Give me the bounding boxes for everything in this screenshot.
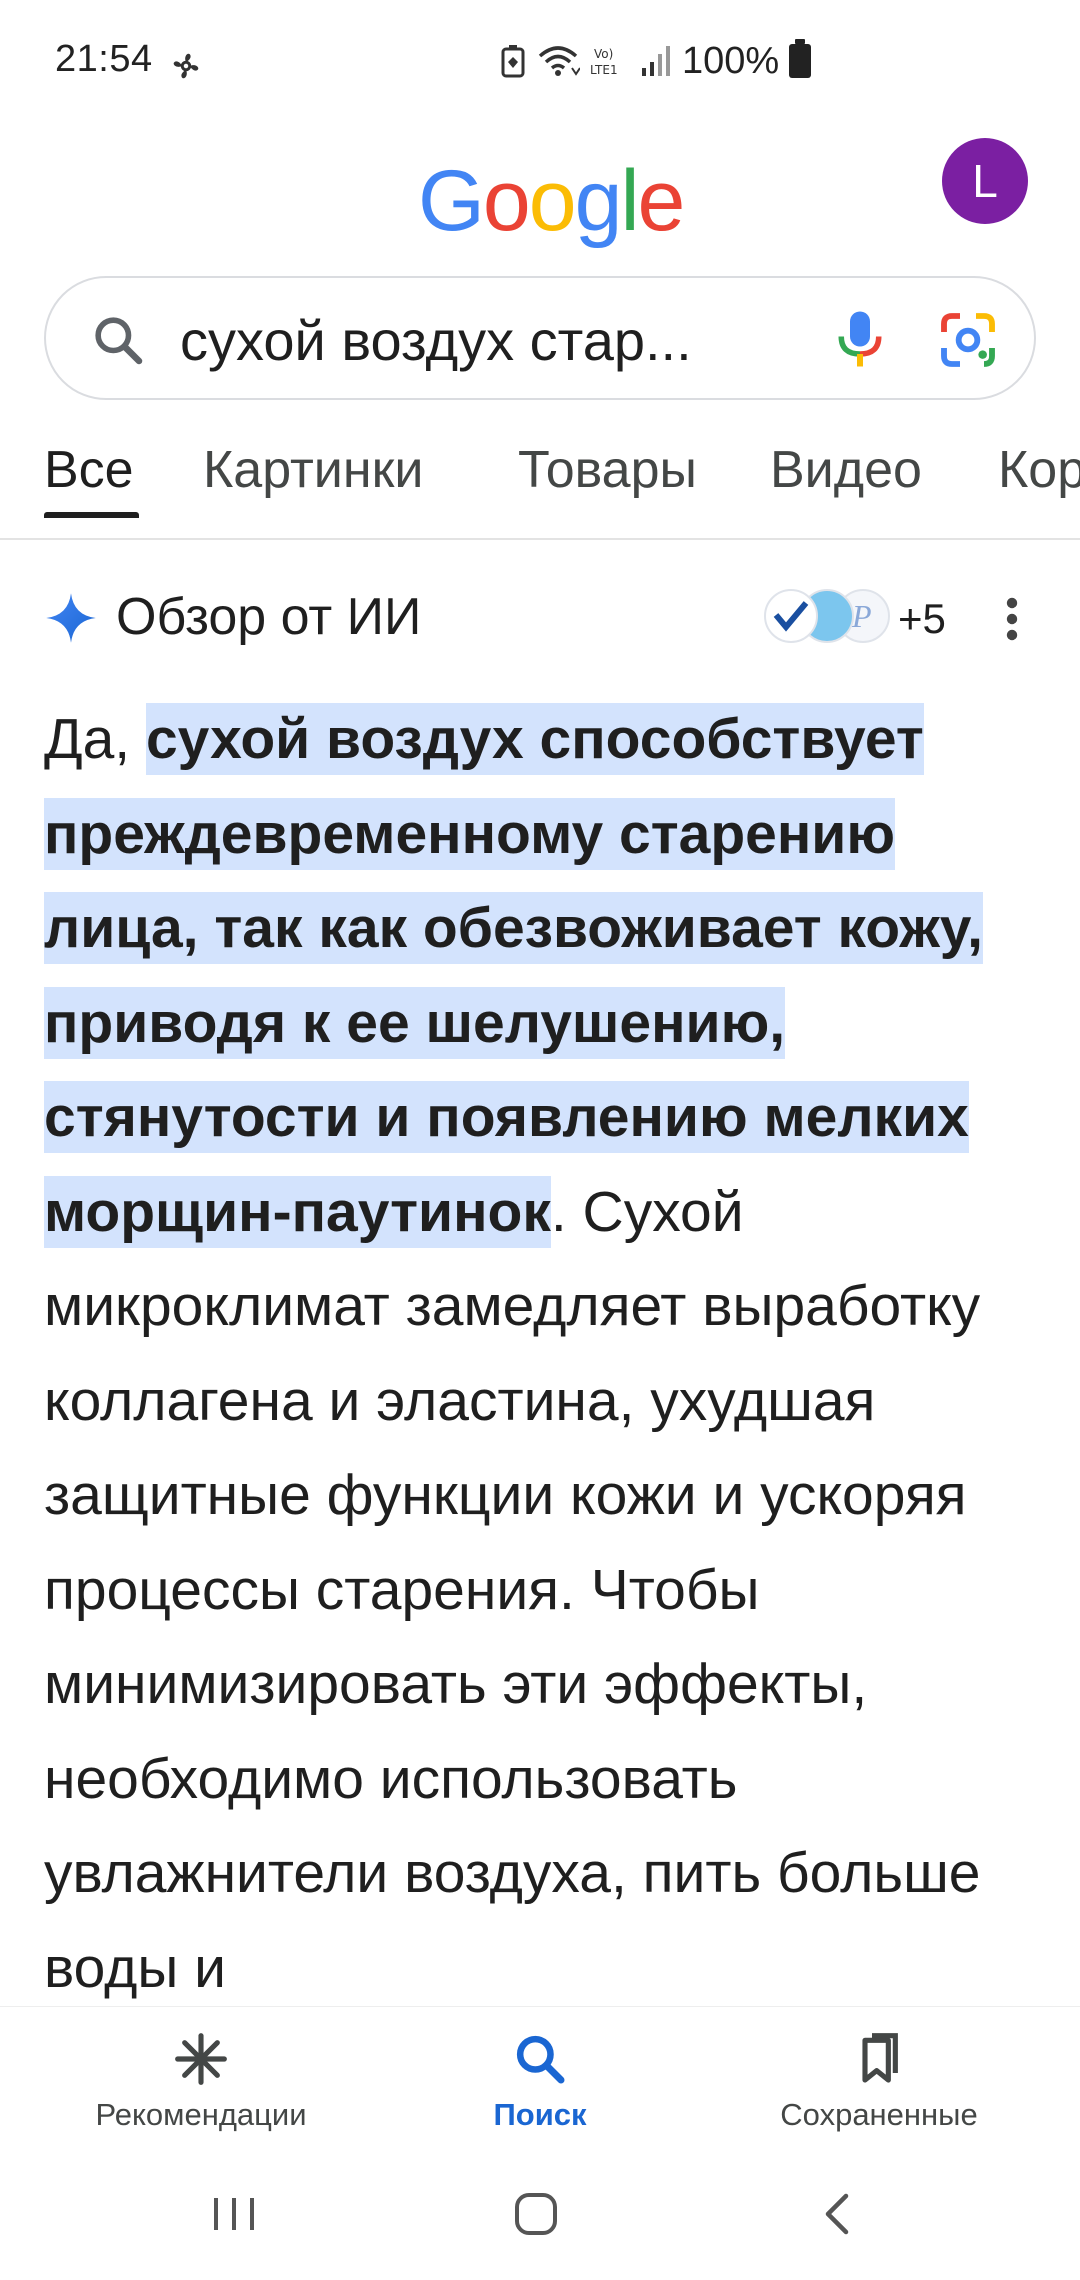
signal-icon (642, 46, 670, 76)
more-sources-count[interactable]: +5 (898, 595, 946, 643)
ai-overview-title: Обзор от ИИ (116, 588, 422, 646)
volte-icon: Vo) LTE1 (590, 47, 618, 77)
bookmarks-icon (862, 2033, 898, 2083)
search-input[interactable]: сухой воздух стар... (180, 308, 820, 373)
logo-letter: g (574, 153, 623, 249)
logo-letter: G (418, 153, 485, 249)
search-tabs: Все Картинки Товары Видео Кор (0, 440, 1080, 540)
answer-prefix: Да, (44, 707, 146, 771)
battery-saver-icon (501, 45, 525, 78)
status-icons: Vo) LTE1 100% (500, 36, 812, 86)
tab-video[interactable]: Видео (770, 440, 922, 520)
nav-label-search: Поиск (493, 2097, 587, 2132)
search-box[interactable]: сухой воздух стар... (44, 276, 1036, 400)
bottom-nav: Рекомендации Поиск Сохраненные (0, 2006, 1080, 2156)
logo-letter: e (637, 153, 686, 249)
ai-overview-text: Да, сухой воздух способствует преждеврем… (44, 692, 1044, 2015)
nav-search[interactable]: Поиск (390, 2007, 690, 2157)
status-time: 21:54 (55, 38, 153, 80)
tab-images[interactable]: Картинки (203, 440, 423, 520)
svg-text:P: P (851, 598, 872, 634)
status-bar: 21:54 Vo) LTE1 100% (0, 0, 1080, 130)
avatar[interactable]: L (942, 138, 1028, 224)
answer-highlight: сухой воздух способствует преждевременно… (44, 703, 983, 1248)
tab-all[interactable]: Все (44, 440, 134, 520)
tab-products[interactable]: Товары (518, 440, 697, 520)
recents-icon[interactable] (194, 2184, 274, 2244)
nav-label-saved: Сохраненные (780, 2097, 978, 2132)
tab-more[interactable]: Кор (998, 440, 1080, 520)
asterisk-icon (175, 2033, 227, 2085)
gemini-sparkle-icon (46, 593, 96, 643)
mic-icon[interactable] (830, 306, 890, 372)
svg-text:LTE1: LTE1 (590, 63, 618, 77)
logo-letter: o (482, 153, 531, 249)
battery-percent: 100% (682, 39, 780, 82)
search-icon (516, 2035, 565, 2084)
ai-overview-header: Обзор от ИИ P +5 (44, 585, 1036, 655)
divider (0, 538, 1080, 540)
home-icon[interactable] (496, 2184, 576, 2244)
wifi-icon (538, 46, 580, 76)
search-icon (95, 317, 143, 365)
nav-label-recommendations: Рекомендации (95, 2097, 307, 2132)
more-vert-icon[interactable] (1004, 595, 1020, 643)
back-icon[interactable] (798, 2184, 878, 2244)
lens-icon[interactable] (936, 308, 1000, 372)
source-logo[interactable] (764, 589, 818, 643)
battery-icon (789, 39, 812, 78)
logo-letter: l (620, 153, 639, 249)
tab-active-indicator (44, 512, 139, 518)
nav-recommendations[interactable]: Рекомендации (51, 2007, 351, 2157)
google-logo[interactable]: Google (418, 152, 686, 251)
fan-icon (173, 53, 199, 79)
logo-letter: o (528, 153, 577, 249)
answer-rest: . Сухой микроклимат замедляет выработку … (44, 1179, 981, 2000)
system-nav-bar (0, 2156, 1080, 2280)
nav-saved[interactable]: Сохраненные (729, 2007, 1029, 2157)
check-logo-icon (773, 601, 809, 632)
svg-text:Vo): Vo) (594, 47, 613, 61)
